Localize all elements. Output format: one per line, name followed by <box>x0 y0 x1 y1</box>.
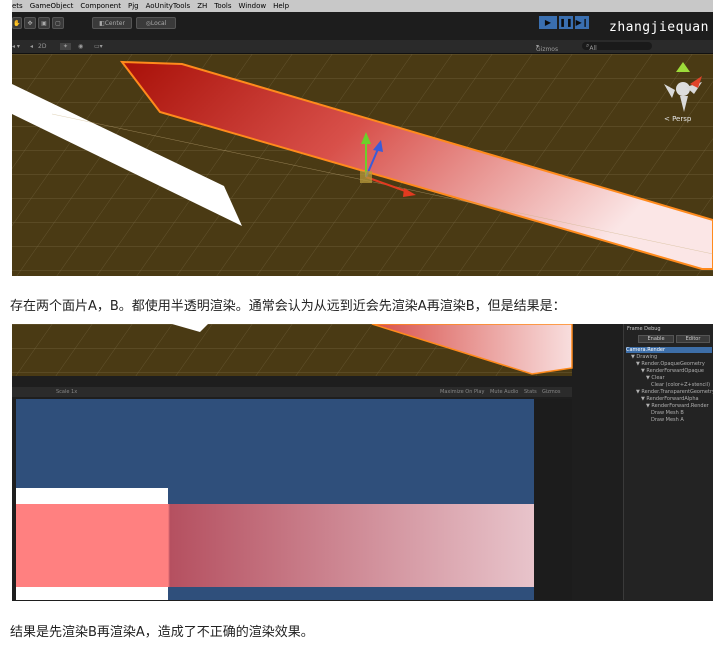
menu-item-zh[interactable]: ZH <box>197 2 207 10</box>
caption-1: 存在两个面片A，B。都使用半透明渲染。通常会认为从远到近会先渲染A再渲染B，但是… <box>10 299 566 314</box>
frame-debug-tree-item[interactable]: ▼ Drawing <box>626 354 657 360</box>
watermark-text: zhangjiequan <box>609 20 709 35</box>
pivot-center-label: Center <box>104 19 125 27</box>
space-local-label: Local <box>150 19 167 27</box>
mute-audio-toggle[interactable]: Mute Audio <box>490 389 518 395</box>
scale-tool-icon[interactable]: ▣ <box>38 17 50 29</box>
hand-tool-icon[interactable]: ✋ <box>12 17 22 29</box>
menu-item-assets[interactable]: ets <box>12 2 23 10</box>
game-view <box>16 399 534 600</box>
game-gizmos-toggle[interactable]: Gizmos <box>542 389 560 395</box>
play-button[interactable]: ▶ <box>539 16 557 29</box>
move-tool-icon[interactable]: ✥ <box>24 17 36 29</box>
menu-item-component[interactable]: Component <box>80 2 121 10</box>
frame-debug-tree-item[interactable]: ▼ RenderForwardAlpha <box>626 396 699 402</box>
scene-search-input[interactable]: ⌕ All <box>582 42 652 52</box>
persp-label[interactable]: < Persp <box>664 115 691 123</box>
frame-debug-tree-item[interactable]: ▼ RenderForwardOpaque <box>626 368 704 374</box>
step-button[interactable]: ▶❙ <box>575 16 589 29</box>
menu-item-help[interactable]: Help <box>273 2 289 10</box>
stats-toggle[interactable]: Stats <box>524 389 537 395</box>
frame-debug-enable-button[interactable]: Enable <box>638 335 674 343</box>
unity-toolbar: ✋ ✥ ▣ ▢ ◧ Center ◎ Local ▶ ❚❚ ▶❙ <box>12 12 713 40</box>
scene-render <box>12 54 713 276</box>
scene-search-placeholder: All <box>589 45 597 52</box>
effects-dropdown-icon[interactable]: ▭▾ <box>94 43 103 50</box>
frame-debug-tree-item[interactable]: ▼ Render.TransparentGeometry <box>626 389 713 395</box>
shading-mode-dropdown[interactable]: ◂ ▾ <box>12 43 20 50</box>
menu-item-pjg[interactable]: Pjg <box>128 2 139 10</box>
menu-item-window[interactable]: Window <box>239 2 267 10</box>
gizmos-dropdown[interactable]: Gizmos ▾ <box>536 43 558 53</box>
game-view-margin <box>534 399 572 600</box>
frame-debug-tree-item[interactable]: ▼ RenderForward.Render <box>626 403 709 409</box>
menu-item-gameobject[interactable]: GameObject <box>30 2 74 10</box>
frame-debug-editor-button[interactable]: Editor <box>676 335 710 343</box>
frame-debug-tree-item[interactable]: Camera.Render <box>626 347 712 353</box>
frame-debugger-panel: Frame Debug Enable Editor Camera.Render ▼… <box>623 324 713 600</box>
frame-debug-tree-item[interactable]: Clear (color+Z+stencil) <box>626 382 710 388</box>
figure-2-scene-strip <box>12 324 573 376</box>
game-view-toolbar: Scale 1x Maximize On Play Mute Audio Sta… <box>12 387 572 397</box>
2d-toggle[interactable]: 2D <box>38 43 46 50</box>
caption-2: 结果是先渲染B再渲染A，造成了不正确的渲染效果。 <box>10 625 314 640</box>
frame-debug-tree-item[interactable]: Draw Mesh B <box>626 410 684 416</box>
frame-debug-tree-item[interactable]: ▼ Clear <box>626 375 665 381</box>
menu-item-aounitytools[interactable]: AoUnityTools <box>146 2 191 10</box>
quad-red-gradient <box>16 504 534 587</box>
audio-toggle-icon[interactable]: ◉ <box>78 43 83 50</box>
lighting-toggle-icon[interactable]: ✦ <box>60 43 72 50</box>
frame-debug-tree-item[interactable]: Draw Mesh A <box>626 417 684 423</box>
scene-arrow-icon: ◂ <box>30 43 34 50</box>
space-local-button[interactable]: ◎ Local <box>136 17 176 29</box>
scale-slider[interactable]: Scale 1x <box>56 389 77 395</box>
frame-debug-tree-item[interactable]: ▼ Render.OpaqueGeometry <box>626 361 705 367</box>
rect-tool-icon[interactable]: ▢ <box>52 17 64 29</box>
frame-debug-title: Frame Debug <box>627 326 661 332</box>
menu-item-tools[interactable]: Tools <box>214 2 231 10</box>
unity-menubar: ets GameObject Component Pjg AoUnityTool… <box>12 0 713 12</box>
gizmos-label: Gizmos <box>536 46 559 53</box>
scene-view-toolbar: ◂ ▾ ◂ 2D ✦ ◉ ▭▾ Gizmos ▾ ⌕ All <box>12 40 713 54</box>
maximize-on-play-toggle[interactable]: Maximize On Play <box>440 389 484 395</box>
scene-view[interactable] <box>12 54 713 276</box>
pause-button[interactable]: ❚❚ <box>559 16 573 29</box>
pivot-center-button[interactable]: ◧ Center <box>92 17 132 29</box>
